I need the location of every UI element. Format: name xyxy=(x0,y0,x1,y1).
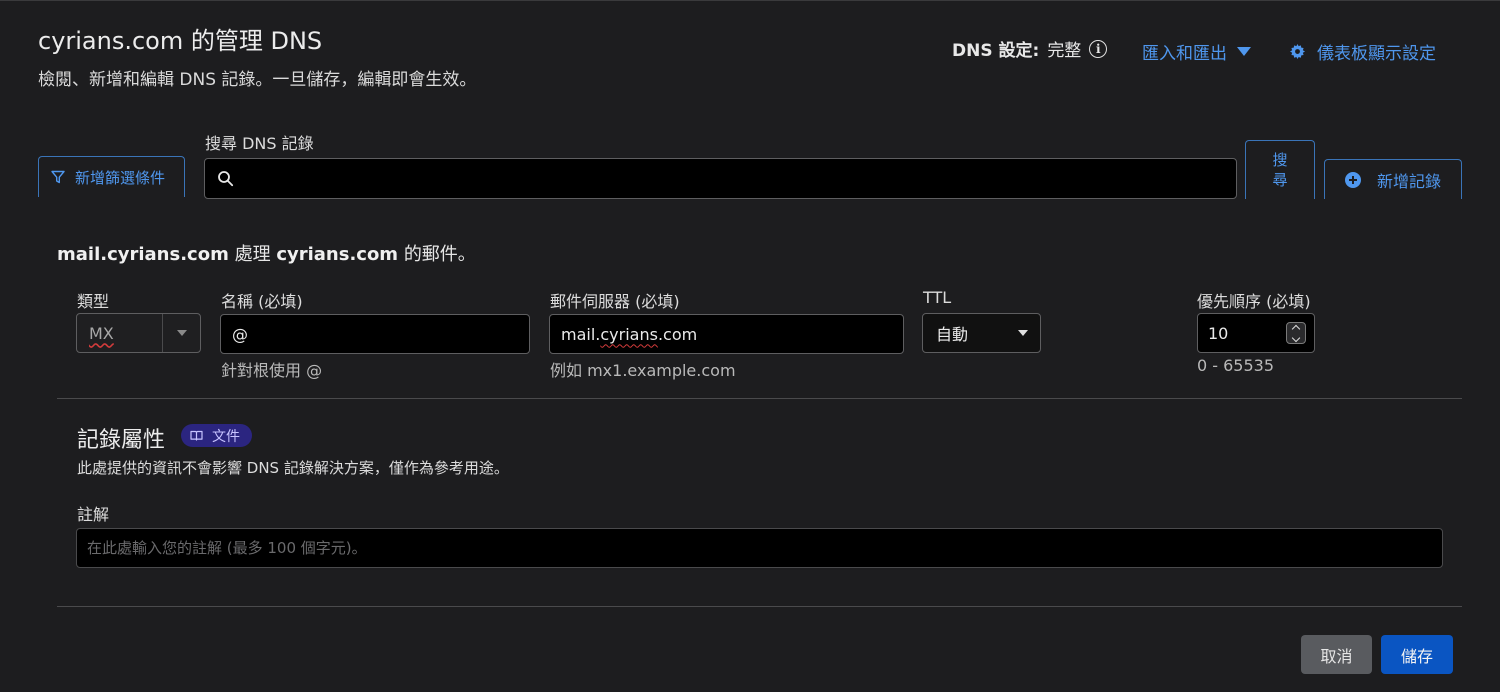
gear-icon xyxy=(1290,44,1305,59)
dns-setup-status: DNS 設定: 完整 i xyxy=(952,36,1108,61)
dashboard-settings-link[interactable]: 儀表板顯示設定 xyxy=(1290,39,1436,64)
mail-note-suffix: 的郵件。 xyxy=(403,244,476,265)
search-icon xyxy=(218,171,234,187)
chevron-up-icon xyxy=(1291,324,1301,333)
type-select[interactable]: MX xyxy=(76,313,201,353)
name-hint: 針對根使用 @ xyxy=(221,361,323,380)
priority-stepper[interactable] xyxy=(1286,322,1306,344)
mail-domain: cyrians.com xyxy=(276,244,399,265)
add-record-label: 新增記錄 xyxy=(1377,171,1442,191)
page-title: cyrians.com 的管理 DNS xyxy=(38,27,323,55)
search-button-line2: 尋 xyxy=(1272,171,1288,189)
mail-server-prefix: mail. xyxy=(561,324,601,344)
mail-server-label: 郵件伺服器 (必填) xyxy=(550,292,680,311)
documentation-badge[interactable]: 文件 xyxy=(181,424,252,447)
book-icon xyxy=(190,430,203,441)
dns-status-label: DNS 設定: xyxy=(952,41,1040,61)
cancel-button[interactable]: 取消 xyxy=(1301,635,1372,674)
mail-server-input[interactable]: mail. cyrians .com xyxy=(549,314,904,354)
footer-divider xyxy=(57,606,1462,607)
documentation-label: 文件 xyxy=(212,428,240,445)
search-button[interactable]: 搜 尋 xyxy=(1245,140,1315,199)
search-field[interactable] xyxy=(204,158,1237,199)
dns-status-value: 完整 xyxy=(1047,41,1082,61)
caret-down-icon xyxy=(1237,47,1251,56)
search-label: 搜尋 DNS 記錄 xyxy=(205,134,314,153)
mail-handling-note: mail.cyrians.com 處理 cyrians.com 的郵件。 xyxy=(57,240,476,266)
import-export-dropdown[interactable]: 匯入和匯出 xyxy=(1142,39,1251,64)
priority-input[interactable]: 10 xyxy=(1197,313,1315,353)
chevron-down-icon xyxy=(1291,333,1301,342)
mail-host: mail.cyrians.com xyxy=(57,244,229,265)
dashboard-settings-label: 儀表板顯示設定 xyxy=(1317,44,1436,64)
comment-field[interactable] xyxy=(76,528,1443,568)
record-attributes-title: 記錄屬性 xyxy=(77,428,166,453)
caret-down-icon xyxy=(176,330,187,336)
save-button[interactable]: 儲存 xyxy=(1381,635,1453,674)
priority-label: 優先順序 (必填) xyxy=(1197,292,1311,311)
search-button-line1: 搜 xyxy=(1272,151,1288,169)
add-record-button[interactable]: 新增記錄 xyxy=(1324,159,1462,199)
ttl-label: TTL xyxy=(923,288,952,307)
type-label: 類型 xyxy=(77,292,110,311)
ttl-value: 自動 xyxy=(936,325,969,344)
import-export-label: 匯入和匯出 xyxy=(1142,44,1227,64)
comment-label: 註解 xyxy=(77,505,110,524)
record-attributes-description: 此處提供的資訊不會影響 DNS 記錄解決方案，僅作為參考用途。 xyxy=(77,459,509,477)
section-divider xyxy=(57,398,1462,399)
filter-icon xyxy=(51,170,65,184)
comment-input[interactable] xyxy=(87,539,1442,557)
mail-server-domain: cyrians xyxy=(600,324,658,344)
type-value: MX xyxy=(89,323,114,343)
plus-circle-icon xyxy=(1345,171,1361,188)
add-filter-button[interactable]: 新增篩選條件 xyxy=(38,156,185,197)
type-dropdown-arrow[interactable] xyxy=(162,314,200,352)
search-input[interactable] xyxy=(244,169,1236,188)
mail-server-hint: 例如 mx1.example.com xyxy=(550,361,736,380)
name-value: @ xyxy=(232,324,248,344)
page-subtitle: 檢閱、新增和編輯 DNS 記錄。一旦儲存，編輯即會生效。 xyxy=(38,70,477,90)
dns-management-panel: cyrians.com 的管理 DNS 檢閱、新增和編輯 DNS 記錄。一旦儲存… xyxy=(0,0,1500,692)
info-icon[interactable]: i xyxy=(1089,39,1108,58)
caret-down-icon xyxy=(1018,330,1028,336)
priority-value: 10 xyxy=(1208,323,1229,343)
name-label: 名稱 (必填) xyxy=(221,292,303,311)
ttl-select[interactable]: 自動 xyxy=(922,313,1041,353)
priority-hint: 0 - 65535 xyxy=(1197,356,1275,375)
mail-server-suffix: .com xyxy=(657,324,698,344)
name-input[interactable]: @ xyxy=(220,314,530,354)
mail-note-middle: 處理 xyxy=(234,244,271,265)
add-filter-label: 新增篩選條件 xyxy=(75,168,166,187)
